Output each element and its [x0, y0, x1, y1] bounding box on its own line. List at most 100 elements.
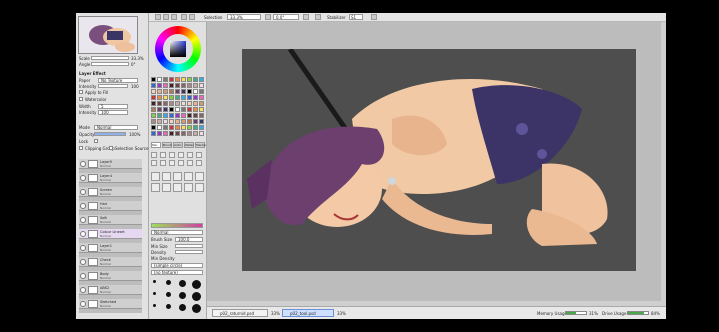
color-swatch[interactable] — [187, 95, 192, 100]
color-square[interactable] — [170, 41, 186, 57]
color-swatch[interactable] — [163, 125, 168, 130]
fill-tool-icon[interactable] — [196, 160, 202, 166]
zoom-in-icon[interactable] — [189, 14, 195, 20]
move-tool-icon[interactable] — [151, 152, 157, 158]
brush-preset[interactable] — [192, 304, 201, 313]
color-swatch[interactable] — [169, 131, 174, 136]
color-swatch[interactable] — [163, 131, 168, 136]
stabilizer-select[interactable]: S1 — [349, 14, 363, 20]
color-swatch[interactable] — [193, 83, 198, 88]
brush-blend-select[interactable]: Normal — [151, 230, 203, 235]
color-swatch[interactable] — [193, 107, 198, 112]
navigator-thumbnail[interactable] — [78, 16, 138, 54]
color-swatch[interactable] — [193, 113, 198, 118]
clipping-checkbox[interactable] — [79, 146, 83, 150]
eye-icon[interactable] — [80, 175, 86, 181]
color-swatch[interactable] — [169, 101, 174, 106]
color-swatch[interactable] — [157, 89, 162, 94]
intensity-slider[interactable] — [98, 84, 128, 88]
color-swatch[interactable] — [193, 89, 198, 94]
paper-texture-select[interactable]: No Texture — [98, 78, 138, 83]
color-swatch[interactable] — [175, 119, 180, 124]
width-field[interactable]: 5 — [98, 104, 128, 109]
layer-row[interactable]: Layer4 Normal — [79, 173, 142, 183]
color-swatch[interactable] — [181, 113, 186, 118]
min-size-slider[interactable] — [175, 244, 203, 248]
apply-fill-checkbox[interactable] — [79, 90, 83, 94]
layer-row[interactable]: Hair Normal — [79, 201, 142, 211]
color-swatch[interactable] — [175, 131, 180, 136]
brush-slot[interactable] — [151, 172, 160, 181]
color-swatch[interactable] — [193, 125, 198, 130]
color-swatch[interactable] — [151, 77, 156, 82]
color-swatch[interactable] — [151, 119, 156, 124]
tool-tab[interactable]: Brush — [162, 142, 172, 148]
color-swatch[interactable] — [163, 107, 168, 112]
eye-icon[interactable] — [80, 273, 86, 279]
brush-preset[interactable] — [153, 280, 156, 283]
vertical-scrollbar[interactable] — [661, 22, 666, 306]
layer-row[interactable]: Body Normal — [79, 271, 142, 281]
color-swatch[interactable] — [169, 125, 174, 130]
color-swatch[interactable] — [181, 119, 186, 124]
color-swatch[interactable] — [187, 131, 192, 136]
tool-tab[interactable]: Airbr. — [173, 142, 183, 148]
rotate-right-icon[interactable] — [303, 14, 309, 20]
eye-icon[interactable] — [80, 203, 86, 209]
layer-row[interactable]: Screen Normal — [79, 187, 142, 197]
color-swatch[interactable] — [175, 95, 180, 100]
color-swatch[interactable] — [169, 95, 174, 100]
brush-preset[interactable] — [153, 304, 156, 307]
brush-slot[interactable] — [151, 183, 160, 192]
color-swatch[interactable] — [163, 95, 168, 100]
color-swatch[interactable] — [151, 113, 156, 118]
color-swatch[interactable] — [175, 101, 180, 106]
color-swatch[interactable] — [157, 113, 162, 118]
brush-preset[interactable] — [166, 280, 171, 285]
flip-icon[interactable] — [315, 14, 321, 20]
color-swatch[interactable] — [157, 77, 162, 82]
eye-icon[interactable] — [80, 245, 86, 251]
eye-icon[interactable] — [80, 217, 86, 223]
color-gradient-bar[interactable] — [151, 223, 203, 228]
color-swatch[interactable] — [163, 113, 168, 118]
opacity-slider[interactable] — [94, 132, 126, 136]
brush-preset[interactable] — [192, 280, 201, 289]
color-swatch[interactable] — [187, 125, 192, 130]
color-swatch[interactable] — [181, 95, 186, 100]
brush-slot[interactable] — [173, 172, 182, 181]
color-wheel[interactable] — [155, 26, 201, 72]
brush-slot[interactable] — [162, 172, 171, 181]
select-tool-icon[interactable] — [155, 14, 161, 20]
color-swatch[interactable] — [193, 77, 198, 82]
color-swatch[interactable] — [193, 95, 198, 100]
brush-shape-select[interactable]: (simple circle) — [151, 263, 203, 268]
color-swatch[interactable] — [187, 113, 192, 118]
color-swatch[interactable] — [157, 101, 162, 106]
brush-preset[interactable] — [166, 304, 171, 309]
layer-row[interactable]: Colour Lineart Normal — [79, 229, 142, 239]
zoom-tool-icon[interactable] — [160, 152, 166, 158]
color-swatch[interactable] — [193, 131, 198, 136]
brush-size-field[interactable]: 100.0 — [175, 237, 203, 242]
color-swatch[interactable] — [181, 101, 186, 106]
color-swatch[interactable] — [157, 119, 162, 124]
color-swatch[interactable] — [187, 89, 192, 94]
color-swatch[interactable] — [175, 113, 180, 118]
color-swatch[interactable] — [151, 89, 156, 94]
eye-icon[interactable] — [80, 161, 86, 167]
layer-row[interactable]: Check Normal — [79, 257, 142, 267]
brush-slot[interactable] — [184, 183, 193, 192]
color-swatch[interactable] — [181, 125, 186, 130]
color-swatch[interactable] — [157, 83, 162, 88]
density-slider[interactable] — [175, 250, 203, 254]
color-swatch[interactable] — [193, 101, 198, 106]
brush-preset[interactable] — [179, 304, 186, 311]
color-swatch[interactable] — [163, 101, 168, 106]
invert-icon[interactable] — [171, 14, 177, 20]
color-swatch[interactable] — [199, 77, 204, 82]
brush-preset[interactable] — [153, 292, 156, 295]
lock-checkbox[interactable] — [94, 139, 98, 143]
eraser-tool-icon[interactable] — [187, 160, 193, 166]
angle-slider[interactable] — [91, 62, 129, 66]
